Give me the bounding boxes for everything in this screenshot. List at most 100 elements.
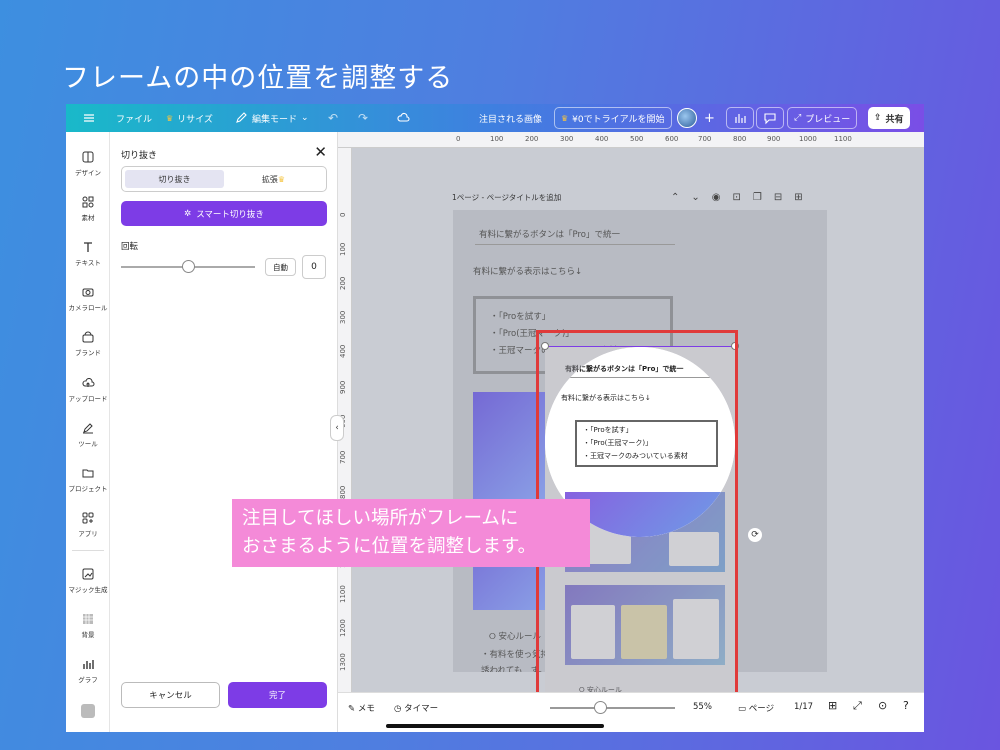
document-title[interactable]: 注目される画像: [479, 104, 542, 132]
upload-share-icon: ⇪: [874, 113, 882, 123]
page-actions: ⌃⌄◉⊡❐⊟⊞: [671, 192, 815, 203]
edit-mode-dropdown[interactable]: 編集モード ⌄: [234, 104, 309, 132]
panel-title: 切り抜き: [121, 151, 158, 161]
trash-icon[interactable]: ⊟: [774, 192, 794, 203]
tab-crop[interactable]: 切り抜き: [125, 170, 224, 188]
ruler-tick: 1100: [834, 135, 852, 143]
ruler-tick: 900: [339, 380, 347, 394]
check-icon[interactable]: ⊙: [878, 699, 887, 712]
sidebar-item-tools[interactable]: ツール: [66, 421, 110, 448]
comment-button[interactable]: [756, 107, 784, 129]
page-heading: 有料に繋がるボタンは「Pro」で統一: [479, 230, 620, 240]
rotation-slider-knob[interactable]: [182, 260, 195, 273]
canva-editor: ファイル ♛ リサイズ 編集モード ⌄ ↶ ↷ 注目される画像 ♛ ¥0でトライアル…: [66, 104, 924, 732]
chevron-left-icon: ‹: [335, 423, 339, 433]
chevron-down-icon: ⌄: [301, 113, 309, 123]
avatar[interactable]: [677, 108, 697, 128]
sidebar-item-projects[interactable]: プロジェクト: [66, 466, 110, 493]
ruler-tick: 400: [595, 135, 609, 143]
zoom-slider[interactable]: [550, 707, 675, 709]
preview-button[interactable]: ⤢ プレビュー: [787, 107, 858, 129]
pages-button[interactable]: ▭ ページ: [738, 702, 774, 714]
timer-button[interactable]: ◷ タイマー: [394, 702, 438, 714]
background-icon: [83, 614, 93, 624]
ruler-tick: 400: [339, 344, 347, 358]
camera-icon: [82, 288, 94, 297]
sidebar-item-camera-roll[interactable]: カメラロール: [66, 285, 110, 312]
bar-chart-icon: [735, 114, 746, 123]
eye-icon[interactable]: ◉: [712, 192, 733, 203]
text-icon: [84, 242, 92, 252]
sidebar-more-icon[interactable]: [81, 704, 95, 718]
page-subheading: 有料に繋がる表示はこちら↓: [473, 267, 583, 277]
slide-title: フレームの中の位置を調整する: [62, 63, 454, 94]
help-icon[interactable]: ?: [903, 699, 909, 712]
file-menu[interactable]: ファイル: [116, 104, 152, 132]
callout-line: おさまるように位置を調整します。: [242, 536, 537, 557]
sidebar-item-text[interactable]: テキスト: [66, 240, 110, 267]
ruler-tick: 1300: [339, 653, 347, 671]
callout-annotation: 注目してほしい場所がフレームに おさまるように位置を調整します。: [232, 499, 590, 567]
rotate-handle-icon[interactable]: ⟳: [748, 528, 762, 542]
chevron-down-icon[interactable]: ⌄: [691, 192, 711, 203]
comment-icon: [764, 113, 776, 125]
cancel-button[interactable]: キャンセル: [121, 682, 220, 708]
resize-button[interactable]: ♛ リサイズ: [166, 104, 213, 132]
notes-button[interactable]: ✎ メモ: [348, 702, 375, 714]
smart-crop-button[interactable]: ✲ スマート切り抜き: [121, 201, 327, 226]
redo-button[interactable]: ↷: [358, 104, 368, 132]
timer-icon: ◷: [394, 704, 402, 714]
collapse-panel-button[interactable]: ‹: [330, 415, 344, 441]
left-sidebar: デザイン 素材 テキスト カメラロール ブランド アップロード ツール プロジェ…: [66, 132, 110, 732]
brand-icon: [82, 331, 94, 343]
hamburger-icon: [84, 114, 94, 122]
hamburger-menu-button[interactable]: [82, 104, 96, 132]
sidebar-item-elements[interactable]: 素材: [66, 195, 110, 222]
fullscreen-icon[interactable]: ⤢: [853, 699, 862, 713]
sidebar-item-magic-generate[interactable]: マジック生成: [66, 567, 110, 594]
crown-icon: ♛: [561, 113, 569, 123]
add-page-icon[interactable]: ⊞: [794, 192, 814, 203]
sidebar-divider: [72, 550, 104, 551]
sidebar-item-upload[interactable]: アップロード: [66, 376, 110, 403]
elements-icon: [82, 196, 94, 208]
ruler-tick: 0: [456, 135, 461, 143]
sidebar-item-brand[interactable]: ブランド: [66, 330, 110, 357]
undo-button[interactable]: ↶: [328, 104, 338, 132]
chevron-up-icon[interactable]: ⌃: [671, 192, 691, 203]
callout-line: 注目してほしい場所がフレームに: [242, 508, 519, 529]
expand-icon: ⤢: [794, 113, 802, 123]
ruler-tick: 1000: [799, 135, 817, 143]
ruler-tick: 300: [560, 135, 574, 143]
zoom-slider-knob[interactable]: [594, 701, 607, 714]
page-rule-title: ⭘ 安心ルール: [489, 632, 542, 642]
rotation-value-input[interactable]: 0: [302, 255, 326, 279]
pages-icon: ▭: [738, 704, 747, 714]
tab-expand[interactable]: 拡張 ♛: [224, 170, 323, 188]
crop-mode-switch: 切り抜き 拡張 ♛: [121, 166, 327, 192]
page-count[interactable]: 1/17: [794, 702, 813, 712]
ruler-horizontal: 0 100 200 300 400 500 600 700 800 900 10…: [338, 132, 924, 148]
lock-icon[interactable]: ⊡: [733, 192, 753, 203]
rotation-auto-button[interactable]: 自動: [265, 258, 296, 276]
page-title-header[interactable]: 1ページ - ページタイトルを追加: [452, 192, 561, 203]
duplicate-icon[interactable]: ❐: [753, 192, 774, 203]
close-icon[interactable]: ✕: [314, 143, 327, 161]
sidebar-item-background[interactable]: 背景: [66, 612, 110, 639]
zoom-level[interactable]: 55%: [693, 702, 712, 712]
start-trial-button[interactable]: ♛ ¥0でトライアルを開始: [554, 107, 672, 129]
sidebar-item-chart[interactable]: グラフ: [66, 657, 110, 684]
grid-view-icon[interactable]: ⊞: [828, 699, 837, 712]
ruler-tick: 200: [525, 135, 539, 143]
cloud-save-button[interactable]: [396, 104, 410, 132]
redo-icon: ↷: [358, 111, 369, 125]
ruler-tick: 600: [665, 135, 679, 143]
done-button[interactable]: 完了: [228, 682, 327, 708]
ruler-tick: 100: [339, 242, 347, 256]
undo-icon: ↶: [328, 111, 339, 125]
insights-button[interactable]: [726, 107, 754, 129]
add-collaborator-button[interactable]: +: [704, 104, 715, 132]
sidebar-item-design[interactable]: デザイン: [66, 150, 110, 177]
sidebar-item-apps[interactable]: アプリ: [66, 511, 110, 538]
share-button[interactable]: ⇪ 共有: [868, 107, 910, 129]
